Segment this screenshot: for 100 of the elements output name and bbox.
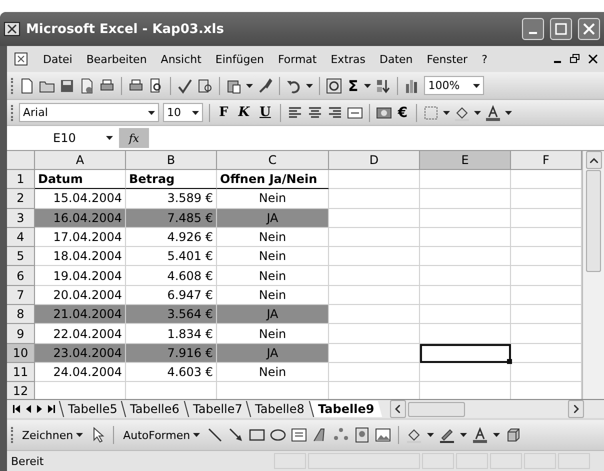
column-header[interactable]: B — [126, 151, 217, 170]
scroll-up-button[interactable] — [586, 151, 602, 169]
ellipse-icon[interactable] — [270, 427, 286, 443]
sort-icon[interactable] — [375, 78, 392, 94]
last-sheet-icon[interactable] — [48, 405, 55, 413]
scroll-right-button[interactable] — [568, 400, 584, 418]
italic-button[interactable]: K — [235, 105, 253, 120]
line-color-icon[interactable] — [439, 427, 456, 443]
arrow-icon[interactable] — [228, 427, 244, 443]
empty-cell[interactable] — [420, 170, 511, 190]
row-header[interactable]: 10 — [7, 344, 35, 363]
maximize-button[interactable] — [550, 18, 572, 40]
line-icon[interactable] — [207, 427, 224, 443]
close-button[interactable] — [578, 18, 600, 40]
research-icon[interactable] — [197, 78, 213, 94]
draw-menu-button[interactable]: Zeichnen — [20, 428, 86, 442]
column-header[interactable]: D — [329, 151, 420, 170]
column-header[interactable]: F — [511, 151, 582, 170]
brush-icon[interactable] — [257, 78, 273, 94]
scroll-thumb[interactable] — [408, 402, 465, 416]
row-header[interactable]: 12 — [7, 382, 35, 399]
empty-cell[interactable] — [329, 247, 420, 266]
menu-item[interactable]: ? — [482, 52, 488, 66]
font-color-icon[interactable] — [484, 104, 501, 120]
autosum-button[interactable]: Σ — [346, 76, 360, 94]
function-button[interactable]: fx — [119, 128, 149, 148]
active-cell[interactable] — [420, 344, 511, 363]
scroll-thumb[interactable] — [586, 170, 601, 272]
sheet-tab[interactable]: Tabelle9 — [308, 401, 382, 417]
empty-cell[interactable] — [420, 266, 511, 286]
empty-cell[interactable] — [329, 170, 420, 190]
dropdown-arrow-icon[interactable] — [442, 110, 450, 114]
borders-icon[interactable] — [422, 104, 439, 120]
empty-cell[interactable] — [329, 189, 420, 209]
align-left-icon[interactable] — [286, 104, 303, 120]
font-color-icon[interactable] — [472, 427, 488, 443]
dropdown-arrow-icon[interactable] — [364, 84, 372, 88]
text-box-icon[interactable] — [291, 427, 308, 443]
empty-cell[interactable] — [329, 324, 420, 344]
dropdown-arrow-icon[interactable] — [246, 84, 253, 88]
new-file-icon[interactable] — [19, 78, 35, 94]
zoom-dropdown[interactable]: 100% — [424, 76, 484, 95]
row-header[interactable]: 5 — [7, 247, 35, 266]
printer-icon[interactable] — [128, 78, 144, 94]
column-header[interactable]: E — [420, 151, 511, 170]
currency-icon[interactable] — [376, 104, 392, 120]
fill-color-icon[interactable] — [406, 427, 422, 443]
dropdown-arrow-icon[interactable] — [427, 433, 434, 437]
font-dropdown[interactable]: Arial — [19, 103, 159, 122]
column-header[interactable]: A — [35, 151, 126, 170]
printer-icon[interactable] — [99, 78, 115, 94]
dropdown-arrow-icon[interactable] — [473, 84, 480, 88]
next-sheet-icon[interactable] — [37, 405, 42, 413]
save-icon[interactable] — [59, 78, 75, 94]
empty-cell[interactable] — [329, 228, 420, 248]
empty-cell[interactable] — [329, 266, 420, 286]
document-icon[interactable] — [13, 52, 29, 66]
empty-cell[interactable] — [420, 286, 511, 306]
dropdown-arrow-icon[interactable] — [193, 433, 200, 437]
rectangle-icon[interactable] — [249, 427, 266, 443]
menu-item[interactable]: Ansicht — [160, 52, 202, 66]
empty-cell[interactable] — [329, 362, 420, 382]
menu-item[interactable]: Datei — [43, 52, 72, 66]
euro-button[interactable]: € — [396, 104, 410, 120]
fill-color-icon[interactable] — [454, 104, 470, 120]
dropdown-arrow-icon[interactable] — [106, 136, 113, 140]
dropdown-arrow-icon[interactable] — [306, 84, 313, 88]
align-right-icon[interactable] — [326, 104, 343, 120]
menu-item[interactable]: Format — [278, 52, 317, 66]
empty-cell[interactable] — [420, 208, 511, 228]
minimize-button[interactable] — [522, 18, 544, 40]
previous-sheet-icon[interactable] — [26, 405, 31, 413]
menu-item[interactable]: Extras — [330, 52, 366, 66]
empty-cell[interactable] — [420, 324, 511, 344]
menu-item[interactable]: Einfügen — [215, 52, 264, 66]
shadow-icon[interactable] — [505, 427, 522, 443]
autoshapes-button[interactable]: AutoFormen — [121, 428, 202, 442]
row-header[interactable]: 1 — [7, 170, 35, 190]
align-center-icon[interactable] — [306, 104, 323, 120]
paste-icon[interactable] — [226, 78, 242, 94]
spellcheck-icon[interactable] — [177, 78, 193, 94]
row-header[interactable]: 2 — [7, 189, 35, 209]
dropdown-arrow-icon[interactable] — [192, 110, 199, 114]
dropdown-arrow-icon[interactable] — [504, 110, 512, 114]
row-header[interactable]: 6 — [7, 266, 35, 286]
row-header[interactable]: 3 — [7, 208, 35, 228]
row-header[interactable]: 7 — [7, 286, 35, 306]
row-header[interactable]: 4 — [7, 228, 35, 248]
menu-item[interactable]: Bearbeiten — [86, 52, 147, 66]
row-header[interactable]: 8 — [7, 305, 35, 324]
empty-cell[interactable] — [420, 228, 511, 248]
column-header[interactable]: C — [217, 151, 329, 170]
empty-cell[interactable] — [420, 247, 511, 266]
menu-item[interactable]: Daten — [380, 52, 413, 66]
close-icon[interactable] — [588, 54, 598, 64]
dropdown-arrow-icon[interactable] — [148, 110, 155, 114]
dropdown-arrow-icon[interactable] — [76, 433, 84, 437]
empty-cell[interactable] — [420, 305, 511, 324]
bold-button[interactable]: F — [216, 105, 232, 120]
document-icon[interactable] — [79, 78, 95, 94]
